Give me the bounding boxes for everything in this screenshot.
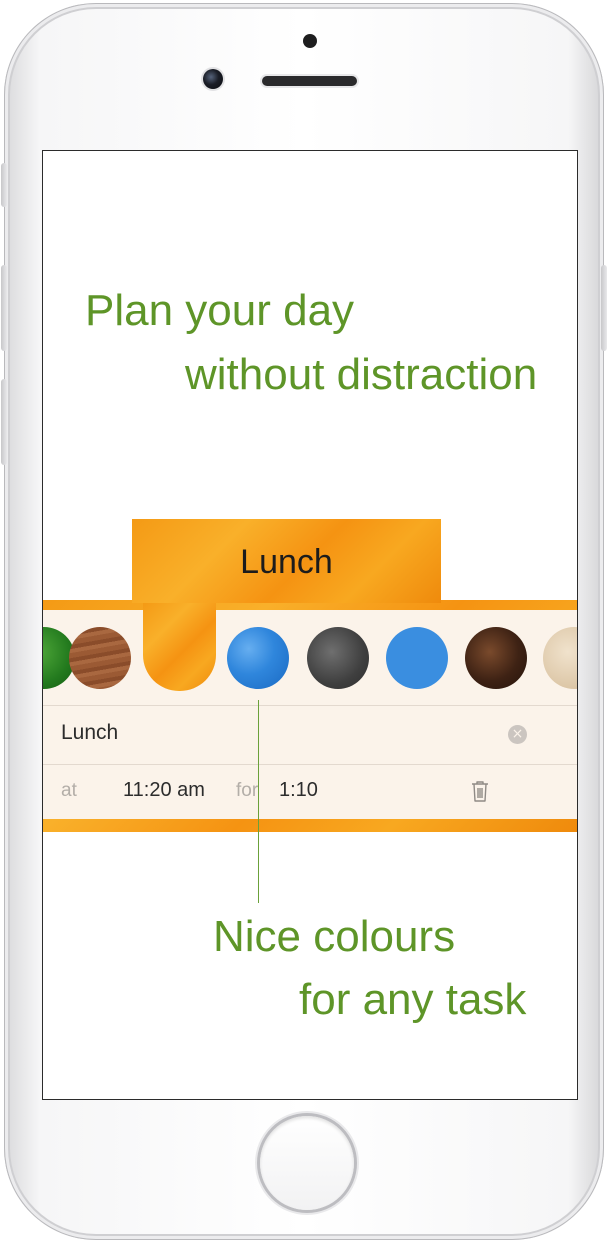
earpiece-speaker — [262, 76, 357, 86]
headline-line-2: without distraction — [185, 350, 538, 399]
mute-switch — [1, 163, 7, 207]
blue-swatch[interactable] — [386, 627, 448, 689]
coffee-swatch[interactable] — [465, 627, 527, 689]
at-label: at — [61, 780, 77, 801]
task-tab-title: Lunch — [240, 543, 333, 581]
headline-line-1: Plan your day — [85, 286, 355, 335]
wood-swatch[interactable] — [69, 627, 131, 689]
divider — [43, 705, 577, 706]
volume-up-button — [1, 265, 7, 351]
clear-icon[interactable]: × — [508, 725, 527, 744]
power-button — [601, 265, 607, 351]
orange-swatch-selected[interactable] — [143, 603, 216, 691]
volume-down-button — [1, 379, 7, 465]
divider — [43, 764, 577, 765]
screen: Plan your day without distraction Lunch … — [42, 150, 578, 1100]
proximity-sensor — [303, 34, 317, 48]
trash-icon[interactable] — [470, 779, 490, 803]
home-button[interactable] — [260, 1116, 354, 1210]
for-label: for — [236, 780, 259, 801]
caption-line-1: Nice colours — [213, 912, 456, 961]
phone-frame: Plan your day without distraction Lunch … — [1, 3, 607, 1240]
task-name-field[interactable]: Lunch — [61, 721, 118, 745]
front-camera-icon — [203, 69, 223, 89]
blue-texture-swatch[interactable] — [227, 627, 289, 689]
duration-field[interactable]: 1:10 — [279, 779, 318, 802]
callout-line — [258, 700, 259, 903]
gray-texture-swatch[interactable] — [307, 627, 369, 689]
task-tab[interactable]: Lunch — [132, 519, 441, 603]
caption-line-2: for any task — [299, 975, 527, 1024]
start-time-field[interactable]: 11:20 am — [123, 779, 205, 802]
